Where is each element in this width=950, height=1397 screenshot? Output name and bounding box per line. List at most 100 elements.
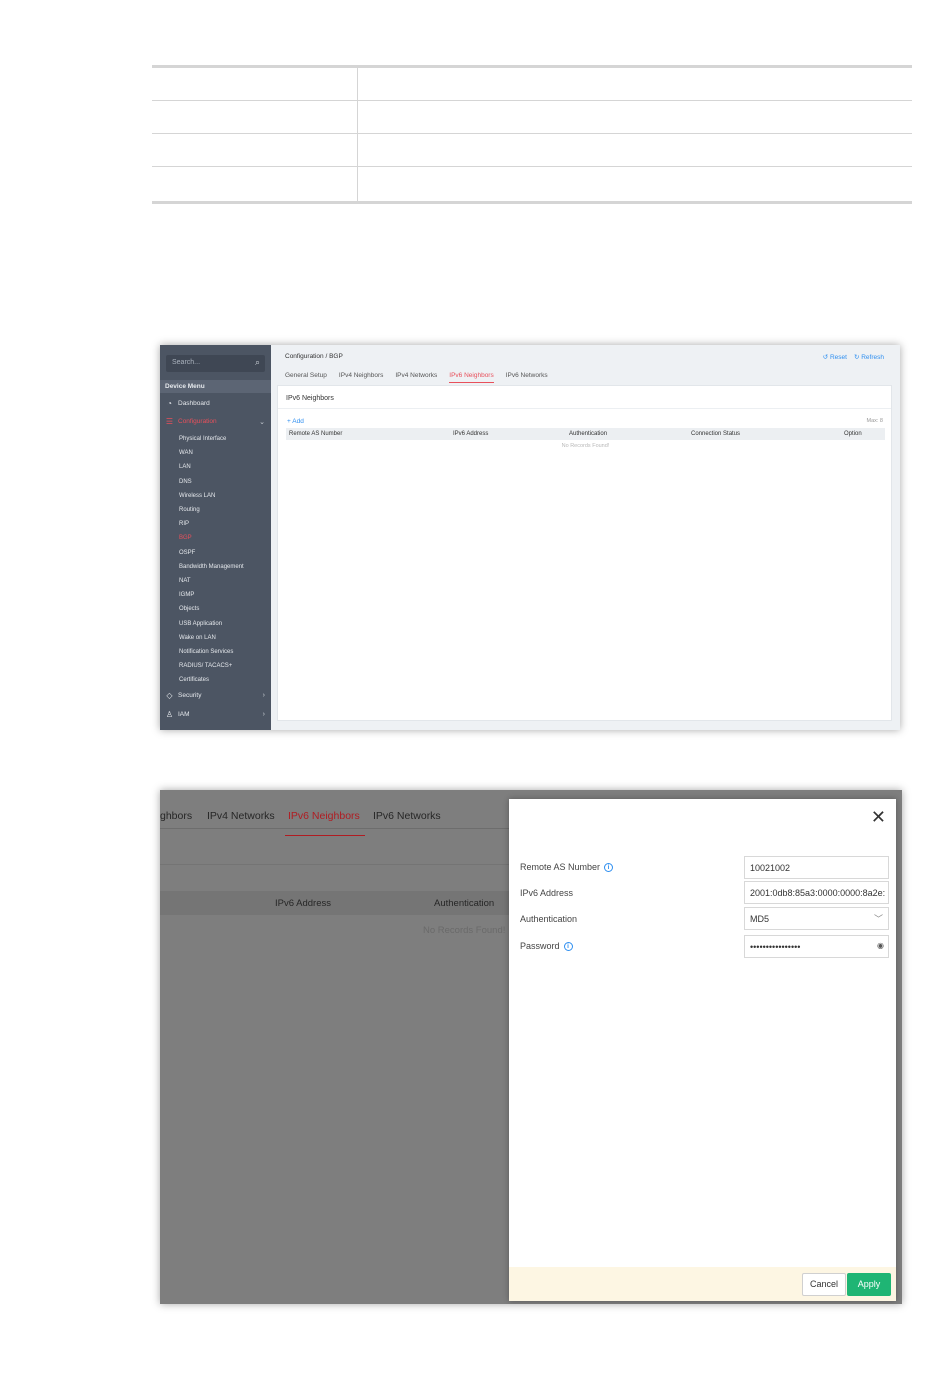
eye-icon[interactable]: ◉ [877, 941, 884, 950]
empty-state: No Records Found! [423, 925, 506, 936]
label-text: Remote AS Number [520, 862, 601, 872]
sidebar-item-label: IAM [178, 711, 190, 718]
sidebar-subitem-certificates[interactable]: Certificates [179, 677, 209, 683]
users-icon: ♙ [165, 710, 174, 719]
table-cell [152, 167, 358, 201]
tab-ipv6-neighbors[interactable]: IPv6 Neighbors [449, 372, 494, 383]
chevron-right-icon: › [262, 711, 265, 718]
tab-bar: General Setup IPv4 Neighbors IPv4 Networks… [285, 372, 548, 383]
tab-ipv6-networks[interactable]: IPv6 Networks [373, 810, 441, 822]
reset-icon: ↺ [822, 354, 829, 361]
search-placeholder: Search... [172, 359, 201, 366]
table-cell [358, 134, 912, 166]
sidebar-item-configuration[interactable]: ☰ Configuration [165, 417, 217, 426]
chevron-down-icon: ﹀ [873, 914, 883, 924]
divider [278, 408, 891, 409]
neighbor-dialog: ✕ Remote AS Number i 10021002 IPv6 Addre… [509, 799, 896, 1301]
reset-button[interactable]: ↺ Reset [823, 353, 847, 361]
sidebar-subitem-notification-services[interactable]: Notification Services [179, 649, 233, 655]
ipv6-address-label: IPv6 Address [520, 888, 573, 898]
search-icon[interactable]: ⌕ [255, 357, 260, 368]
column-header-option: Option [844, 431, 862, 437]
sidebar-subitem-ospf[interactable]: OSPF [179, 550, 195, 556]
chevron-down-icon: ⌄ [259, 419, 265, 426]
cancel-button[interactable]: Cancel [802, 1273, 846, 1296]
close-icon[interactable]: ✕ [871, 807, 886, 827]
sidebar-subitem-physical-interface[interactable]: Physical Interface [179, 436, 226, 442]
column-header-connection-status: Connection Status [691, 431, 741, 437]
label-text: Authentication [520, 914, 578, 924]
tab-ipv4-networks[interactable]: IPv4 Networks [395, 372, 437, 383]
authentication-label: Authentication [520, 914, 577, 924]
table-header: IPv6 Address Authentication [160, 891, 510, 915]
sidebar-subitem-radius-tacacs[interactable]: RADIUS/ TACACS+ [179, 663, 232, 669]
password-label: Password i [520, 941, 573, 951]
sidebar-subitem-dns[interactable]: DNS [179, 479, 192, 485]
sidebar: Search... ⌕ Device Menu ◔ Dashboard ☰ Co… [160, 345, 271, 730]
table-cell [358, 68, 912, 100]
sidebar-item-dashboard[interactable]: ◔ Dashboard [165, 399, 210, 408]
sidebar-subitem-lan[interactable]: LAN [179, 464, 191, 470]
empty-state: No Records Found! [561, 443, 610, 449]
apply-button[interactable]: Apply [847, 1273, 891, 1296]
sidebar-subitem-routing[interactable]: Routing [179, 507, 200, 513]
bgp-ipv6-neighbors-screenshot: Search... ⌕ Device Menu ◔ Dashboard ☰ Co… [160, 345, 900, 730]
label-text: IPv6 Address [520, 888, 574, 898]
tab-ipv4-networks[interactable]: IPv4 Networks [207, 810, 275, 822]
reset-label: Reset [829, 354, 847, 361]
refresh-button[interactable]: ↻ Refresh [854, 353, 884, 361]
tab-ipv4-neighbors[interactable]: IPv4 Neighbors [339, 372, 383, 383]
device-menu-heading: Device Menu [160, 380, 271, 393]
add-ipv6-neighbor-screenshot: ghbors IPv4 Networks IPv6 Neighbors IPv6… [160, 790, 902, 1304]
tab-general-setup[interactable]: General Setup [285, 372, 327, 383]
ipv6-address-input[interactable]: 2001:0db8:85a3:0000:0000:8a2e: [744, 881, 889, 904]
sidebar-subitem-usb-application[interactable]: USB Application [179, 621, 222, 627]
remote-as-input[interactable]: 10021002 [744, 856, 889, 879]
table-row [152, 101, 912, 134]
selected-value: MD5 [750, 914, 770, 924]
table-cell [152, 101, 358, 133]
refresh-icon: ↻ [853, 354, 860, 361]
header-actions: ↺ Reset ↻ Refresh [823, 353, 884, 361]
column-header-ipv6-address: IPv6 Address [453, 431, 489, 437]
tab-ipv6-neighbors[interactable]: IPv6 Neighbors [288, 810, 360, 822]
authentication-select[interactable]: MD5 ﹀ [744, 907, 889, 930]
breadcrumb: Configuration / BGP [285, 353, 343, 360]
table-cell [358, 101, 912, 133]
divider [160, 828, 510, 829]
tab-ipv4-neighbors-partial[interactable]: ghbors [160, 810, 192, 822]
active-tab-indicator [285, 835, 365, 836]
sidebar-item-iam[interactable]: ♙ IAM [165, 710, 190, 719]
divider [160, 864, 510, 865]
column-header-authentication: Authentication [569, 431, 608, 437]
document-table [152, 65, 912, 204]
table-header: Remote AS Number IPv6 Address Authentica… [286, 428, 885, 440]
panel-title: IPv6 Neighbors [286, 395, 334, 402]
sidebar-subitem-objects[interactable]: Objects [179, 606, 199, 612]
sidebar-subitem-wireless-lan[interactable]: Wireless LAN [179, 493, 215, 499]
sidebar-subitem-wake-on-lan[interactable]: Wake on LAN [179, 635, 216, 641]
table-cell [358, 167, 912, 201]
tab-ipv6-networks[interactable]: IPv6 Networks [506, 372, 548, 383]
table-cell [152, 134, 358, 166]
password-value: •••••••••••••••• [750, 942, 801, 952]
info-icon[interactable]: i [563, 941, 573, 951]
dashboard-icon: ◔ [167, 399, 172, 408]
password-input[interactable]: •••••••••••••••• ◉ [744, 935, 889, 958]
column-header-authentication: Authentication [434, 898, 495, 909]
add-button[interactable]: + Add [287, 418, 304, 425]
table-row [152, 167, 912, 201]
sidebar-subitem-rip[interactable]: RIP [179, 521, 189, 527]
search-input[interactable]: Search... ⌕ [166, 355, 265, 372]
sidebar-subitem-wan[interactable]: WAN [179, 450, 193, 456]
table-row [152, 68, 912, 101]
max-count: Max: 8 [866, 418, 883, 424]
info-icon[interactable]: i [604, 862, 614, 872]
sidebar-subitem-nat[interactable]: NAT [179, 578, 191, 584]
sidebar-subitem-igmp[interactable]: IGMP [179, 592, 194, 598]
sidebar-subitem-bandwidth-management[interactable]: Bandwidth Management [179, 564, 244, 570]
sidebar-item-label: Dashboard [178, 400, 210, 407]
sidebar-item-security[interactable]: ◇ Security [165, 691, 201, 700]
sidebar-item-label: Security [178, 692, 202, 699]
sidebar-subitem-bgp[interactable]: BGP [179, 535, 192, 541]
